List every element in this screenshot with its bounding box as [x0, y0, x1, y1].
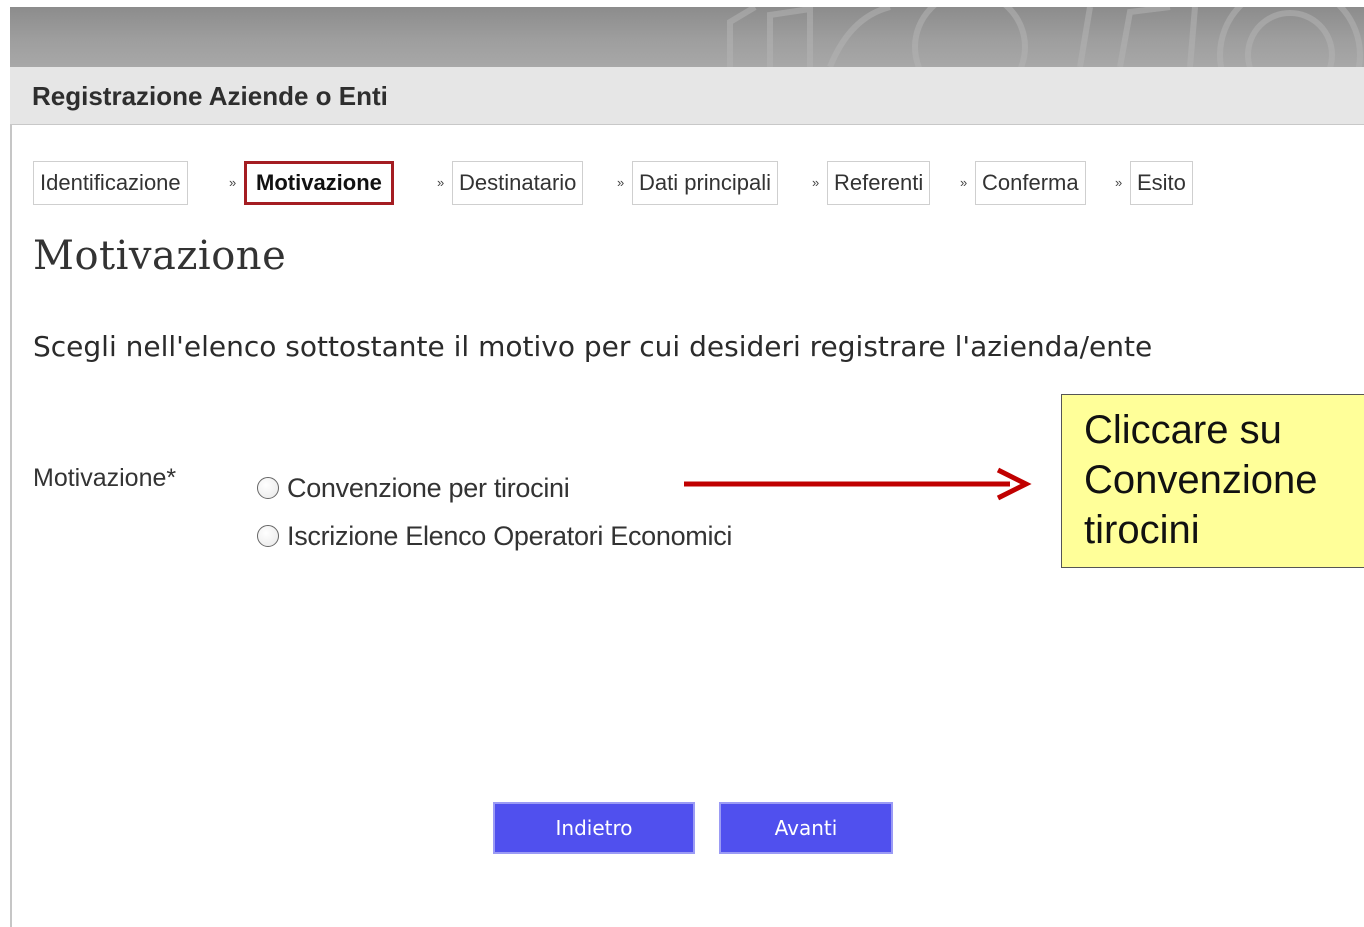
option-label[interactable]: Iscrizione Elenco Operatori Economici [287, 521, 732, 552]
step-separator-icon: » [437, 175, 445, 190]
motivazione-field-label: Motivazione* [33, 464, 177, 492]
callout-line: Cliccare su [1084, 408, 1282, 452]
instruction-callout: Cliccare su Convenzione tirocini [1061, 394, 1364, 568]
step-separator-icon: » [960, 175, 968, 190]
banner-decoration [727, 7, 1363, 67]
next-button[interactable]: Avanti [719, 802, 893, 854]
radio-button[interactable] [257, 525, 279, 547]
step-motivazione-current: Motivazione [244, 161, 394, 205]
step-dati-principali: Dati principali [632, 161, 779, 205]
pointer-arrow-icon [684, 467, 1032, 501]
step-separator-icon: » [1115, 175, 1123, 190]
header-banner [10, 7, 1364, 67]
page-title: Registrazione Aziende o Enti [32, 81, 388, 111]
radio-button[interactable] [257, 477, 279, 499]
title-bar: Registrazione Aziende o Enti [10, 67, 1364, 125]
step-separator-icon: » [812, 175, 820, 190]
step-destinatario: Destinatario [452, 161, 584, 205]
section-heading: Motivazione [33, 233, 287, 279]
callout-line: tirocini [1084, 508, 1200, 552]
option-label[interactable]: Convenzione per tirocini [287, 473, 570, 504]
callout-line: Convenzione [1084, 458, 1318, 502]
step-separator-icon: » [229, 175, 237, 190]
left-border [10, 125, 12, 927]
step-esito: Esito [1130, 161, 1193, 205]
instruction-text: Scegli nell'elenco sottostante il motivo… [33, 330, 1153, 363]
step-referenti: Referenti [827, 161, 931, 205]
back-button[interactable]: Indietro [493, 802, 695, 854]
step-separator-icon: » [617, 175, 625, 190]
step-conferma: Conferma [975, 161, 1086, 205]
step-identificazione: Identificazione [33, 161, 188, 205]
